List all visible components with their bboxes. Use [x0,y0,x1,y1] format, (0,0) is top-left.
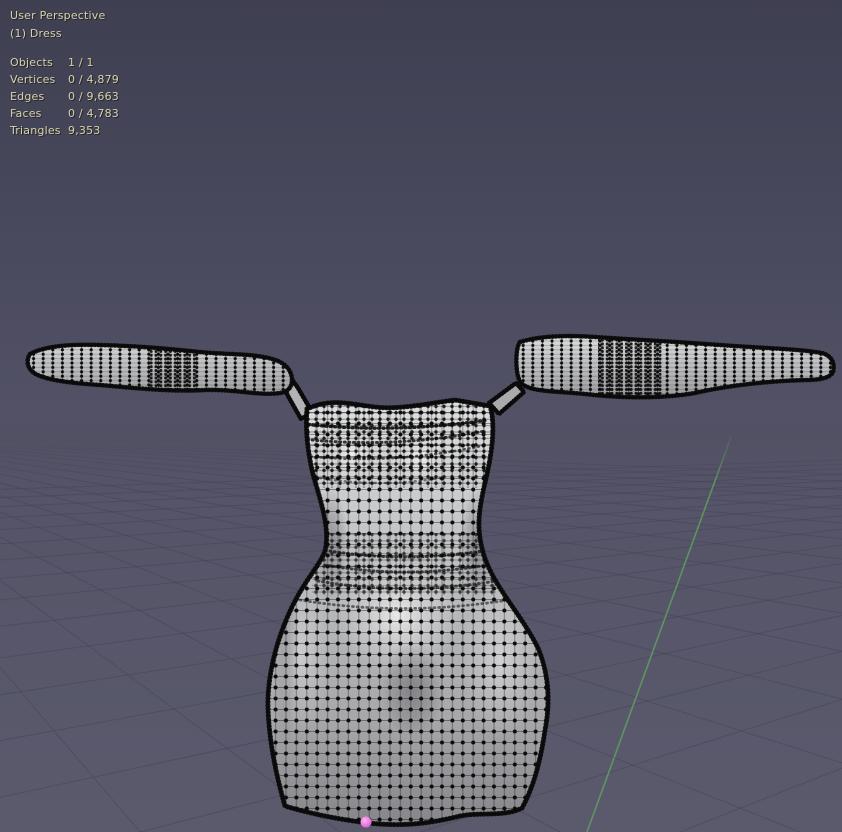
object-origin-marker[interactable] [360,816,372,828]
viewport-3d-scene[interactable] [0,0,842,832]
blender-3d-viewport[interactable]: User Perspective (1) Dress Objects 1 / 1… [0,0,842,832]
